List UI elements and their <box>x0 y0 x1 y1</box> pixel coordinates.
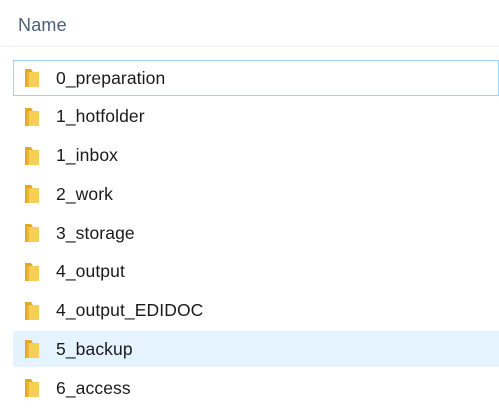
folder-icon <box>24 223 40 243</box>
folder-icon <box>24 378 40 398</box>
file-row[interactable]: 1_hotfolder <box>13 99 499 135</box>
file-name: 0_preparation <box>56 67 166 88</box>
file-row[interactable]: 4_output <box>13 254 499 290</box>
file-row[interactable]: 6_access <box>13 370 499 406</box>
header-divider <box>0 46 499 47</box>
folder-icon <box>24 107 40 127</box>
file-row[interactable]: 4_output_EDIDOC <box>13 293 499 329</box>
file-row[interactable]: 5_backup <box>13 331 499 368</box>
folder-icon <box>24 262 40 282</box>
file-name: 6_access <box>56 377 131 398</box>
file-name: 1_hotfolder <box>56 106 145 127</box>
file-name: 3_storage <box>56 222 135 243</box>
folder-icon <box>24 339 40 359</box>
file-name: 1_inbox <box>56 145 119 165</box>
file-row[interactable]: 1_inbox <box>13 138 499 174</box>
file-name: 2_work <box>56 183 114 204</box>
folder-icon <box>24 301 40 321</box>
file-name: 5_backup <box>56 338 133 359</box>
file-name: 4_output <box>56 261 125 282</box>
name-column-header[interactable]: Name <box>18 11 67 39</box>
file-row[interactable]: 2_work <box>13 176 499 212</box>
folder-icon <box>24 68 40 88</box>
file-list: 0_preparation 1_hotfolder 1_inbox 2_work 3_s… <box>13 60 499 409</box>
file-row[interactable]: 0_preparation <box>13 60 499 96</box>
file-row[interactable]: 3_storage <box>13 215 499 251</box>
file-name: 4_output_EDIDOC <box>56 300 204 320</box>
file-list-pane: Name 0_preparation 1_hotfolder 1_inbox 2_wo… <box>0 0 499 417</box>
folder-icon <box>24 146 40 166</box>
folder-icon <box>24 184 40 204</box>
